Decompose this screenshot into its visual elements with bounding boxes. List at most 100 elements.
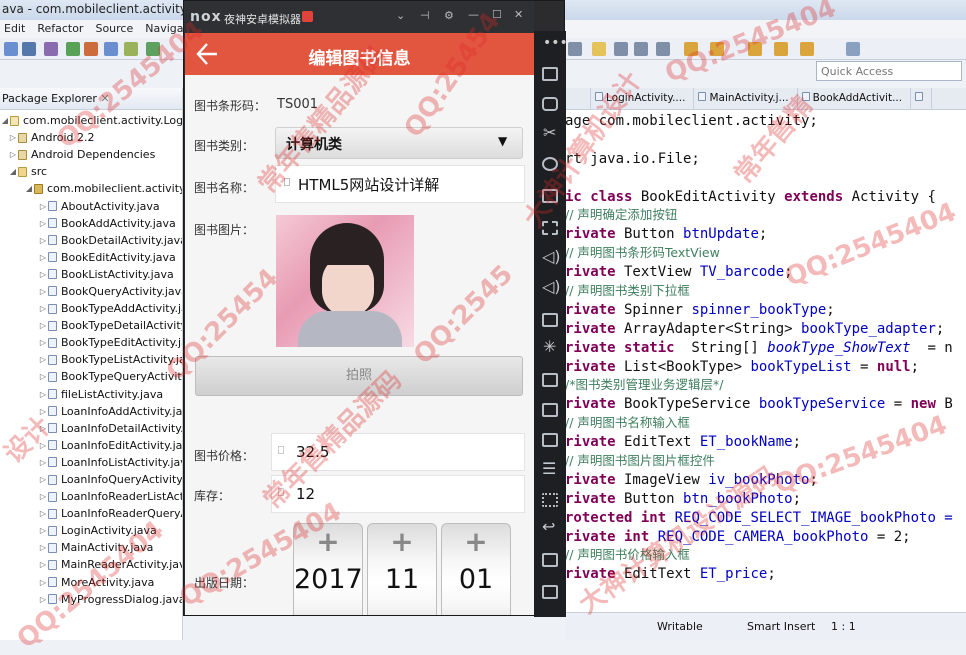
scissors-icon[interactable]: ✂	[543, 123, 556, 142]
expand-icon[interactable]: ▷	[38, 475, 48, 484]
book-photo[interactable]	[276, 215, 414, 347]
tree-file-item[interactable]: ▷ BookEditActivity.java	[0, 249, 182, 266]
expand-icon[interactable]: ▷	[38, 270, 48, 279]
editor-tab-bookadd[interactable]: BookAddActivit...	[798, 88, 912, 109]
shake-icon[interactable]: ✳	[543, 337, 556, 356]
pin-editor-icon[interactable]	[846, 42, 860, 56]
tree-file-item[interactable]: ▷ LoanInfoListActivity.java	[0, 454, 182, 471]
quick-access-input[interactable]: Quick Access	[816, 61, 962, 81]
back-icon[interactable]	[774, 42, 788, 56]
tree-file-item[interactable]: ▷ LoginActivity.java	[0, 522, 182, 539]
expand-icon[interactable]: ▷	[38, 424, 48, 433]
install-apk-icon[interactable]	[542, 313, 558, 327]
menu-refactor[interactable]: Refactor	[37, 22, 83, 38]
expand-icon[interactable]: ▷	[38, 407, 48, 416]
month-picker[interactable]: + 11 −	[367, 523, 437, 615]
debug-icon[interactable]	[84, 42, 98, 56]
expand-icon[interactable]: ▷	[38, 390, 48, 399]
tree-file-item[interactable]: ▷ BookListActivity.java	[0, 266, 182, 283]
expand-icon[interactable]: ▷	[38, 560, 48, 569]
multi-instance-icon[interactable]	[542, 403, 558, 417]
expand-icon[interactable]: ▷	[38, 526, 48, 535]
tree-src[interactable]: ◢ src	[0, 163, 182, 180]
expand-icon[interactable]: ▷	[38, 253, 48, 262]
tree-file-item[interactable]: ▷ BookAddActivity.java	[0, 215, 182, 232]
search-icon[interactable]	[568, 42, 582, 56]
tree-file-item[interactable]: ▷ MyProgressDialog.java	[0, 591, 182, 608]
tree-file-item[interactable]: ▷ BookTypeListActivity.java	[0, 351, 182, 368]
volume-down-icon[interactable]: ◁)	[542, 277, 561, 296]
take-photo-button[interactable]: 拍照	[195, 356, 523, 396]
chevron-down-icon[interactable]: ⌄	[396, 9, 405, 22]
android-sdk-icon[interactable]	[124, 42, 138, 56]
tree-file-item[interactable]: ▷ MainReaderActivity.java	[0, 556, 182, 573]
tree-file-item[interactable]: ▷ LoanInfoReaderQueryActivity.java	[0, 505, 182, 522]
expand-icon[interactable]: ▷	[38, 287, 48, 296]
expand-icon[interactable]: ▷	[38, 219, 48, 228]
tree-file-item[interactable]: ▷ BookTypeDetailActivity.java	[0, 317, 182, 334]
tree-file-item[interactable]: ▷ LoanInfoEditActivity.java	[0, 437, 182, 454]
tree-file-item[interactable]: ▷ MoreActivity.java	[0, 574, 182, 591]
month-decrement-button[interactable]: −	[368, 610, 436, 616]
menu-icon[interactable]: ☰	[542, 459, 556, 478]
tree-file-item[interactable]: ▷ BookTypeAddActivity.java	[0, 300, 182, 317]
day-decrement-button[interactable]: −	[442, 610, 510, 616]
android-avd-icon[interactable]	[146, 42, 160, 56]
editor-tab-login[interactable]: LoginActivity....	[591, 88, 695, 109]
editor-tab-hidden[interactable]	[565, 88, 591, 109]
expand-icon[interactable]: ▷	[38, 578, 48, 587]
expand-icon[interactable]: ▷	[38, 338, 48, 347]
volume-up-icon[interactable]: ◁)	[542, 247, 561, 266]
open-type-icon[interactable]	[104, 42, 118, 56]
tree-file-item[interactable]: ▷ LoanInfoReaderListActivity.java	[0, 488, 182, 505]
video-icon[interactable]	[542, 433, 558, 447]
expand-icon[interactable]: ▷	[38, 236, 48, 245]
rotate-icon[interactable]	[542, 67, 558, 81]
year-increment-button[interactable]: +	[294, 524, 362, 558]
collapse-icon[interactable]: ◢	[0, 116, 10, 125]
expand-icon[interactable]: ▷	[38, 304, 48, 313]
tree-lib-android[interactable]: ▷ Android 2.2	[0, 129, 182, 146]
menu-edit[interactable]: Edit	[4, 22, 25, 38]
expand-icon[interactable]: ▷	[38, 543, 48, 552]
mark-occurrences-icon[interactable]	[614, 42, 628, 56]
expand-icon[interactable]: ▷	[8, 150, 18, 159]
stock-input[interactable]: 12	[271, 475, 525, 513]
tree-file-item[interactable]: ▷ LoanInfoDetailActivity.java	[0, 420, 182, 437]
expand-icon[interactable]: ▷	[38, 595, 48, 604]
recent-apps-icon[interactable]	[542, 585, 558, 599]
expand-icon[interactable]: ▷	[38, 321, 48, 330]
gear-icon[interactable]: ⚙	[444, 9, 454, 22]
month-increment-button[interactable]: +	[368, 524, 436, 558]
close-icon[interactable]: ✕	[100, 92, 109, 105]
code-editor[interactable]: age com.mobileclient.activity; rt java.io…	[565, 110, 966, 612]
editor-tab-more[interactable]	[911, 88, 933, 109]
expand-icon[interactable]: ▷	[38, 509, 48, 518]
tree-file-item[interactable]: ▷ BookTypeQueryActivity.java	[0, 368, 182, 385]
category-spinner[interactable]: 计算机类 ▼	[275, 127, 523, 159]
expand-icon[interactable]: ▷	[38, 355, 48, 364]
tree-file-item[interactable]: ▷ BookDetailActivity.java	[0, 232, 182, 249]
location-icon[interactable]	[542, 157, 558, 171]
new-icon[interactable]	[4, 42, 18, 56]
tree-file-item[interactable]: ▷ AboutActivity.java	[0, 197, 182, 214]
year-decrement-button[interactable]: −	[294, 610, 362, 616]
expand-icon[interactable]: ▷	[38, 492, 48, 501]
tree-file-item[interactable]: ▷ fileListActivity.java	[0, 386, 182, 403]
name-input[interactable]: HTML5网站设计详解	[275, 165, 525, 203]
collapse-icon[interactable]: ◢	[8, 167, 18, 176]
maximize-icon[interactable]: ☐	[492, 8, 502, 21]
robot-icon[interactable]	[542, 97, 558, 111]
notification-badge-icon[interactable]	[302, 11, 313, 22]
tree-file-item[interactable]: ▷ LoanInfoQueryActivity.java	[0, 471, 182, 488]
expand-icon[interactable]: ▷	[38, 458, 48, 467]
forward-icon[interactable]	[800, 42, 814, 56]
price-input[interactable]: 32.5	[271, 433, 525, 471]
block-selection-icon[interactable]	[634, 42, 648, 56]
home-icon[interactable]	[542, 553, 558, 567]
back-icon[interactable]: ↩	[542, 517, 555, 536]
expand-icon[interactable]: ▷	[8, 133, 18, 142]
tree-file-item[interactable]: ▷ MainActivity.java	[0, 539, 182, 556]
print-icon[interactable]	[44, 42, 58, 56]
minimize-icon[interactable]: —	[468, 8, 479, 21]
